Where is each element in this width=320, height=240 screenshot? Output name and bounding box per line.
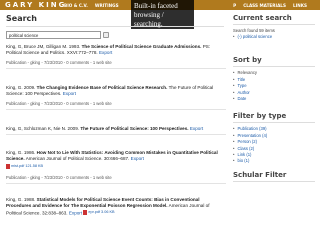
nav-class-materials[interactable]: CLASS MATERIALS	[243, 3, 286, 8]
search-heading: Search	[6, 14, 224, 27]
divider	[6, 109, 226, 110]
attachment-label: mist.pdf 121.58 KB	[11, 164, 44, 168]
result-item: King, G. 2009. The Changing Evidence Bas…	[6, 85, 226, 110]
result-authors: King, G. 1988.	[6, 197, 36, 202]
result-meta: Publication - gking - 7/23/2010 - 0 comm…	[6, 174, 112, 180]
result-journal: American Journal of Political Science. 3…	[25, 156, 130, 161]
divider	[6, 134, 226, 135]
result-citation: King, G. 1986. How Not to Lie With Stati…	[6, 150, 226, 162]
pdf-icon	[6, 163, 10, 169]
sort-relevancy[interactable]: Relevancy	[237, 70, 257, 75]
sort-author[interactable]: Author	[237, 90, 249, 95]
result-item: King, G. 1988. Statistical Models for Po…	[6, 197, 226, 217]
result-item: King, G, Schlozman K, Nie N. 2009. The F…	[6, 126, 226, 135]
filter-class[interactable]: Class (2)	[237, 146, 254, 151]
filter-publication[interactable]: Publication (39)	[237, 126, 266, 131]
filter-presentation[interactable]: Presentation (4)	[237, 133, 267, 138]
divider	[6, 68, 226, 69]
export-link[interactable]: Export	[63, 91, 76, 96]
result-item: King, G. 1986. How Not to Lie With Stati…	[6, 150, 226, 184]
filter-option[interactable]: bio (1)	[233, 158, 320, 164]
result-authors: King, G, Schlozman K, Nie N. 2009.	[6, 126, 80, 131]
divider	[6, 182, 226, 184]
export-link[interactable]: Export	[69, 211, 82, 216]
result-attachments: mist.pdf 121.58 KB	[6, 163, 226, 171]
result-item: King, G, Bruce JM, Gilligan M. 1993. The…	[6, 44, 226, 69]
result-citation: King, G, Schlozman K, Nie N. 2009. The F…	[6, 126, 226, 132]
nav-links[interactable]: LINKS	[293, 3, 307, 8]
filter-options: Publication (39) Presentation (4) Person…	[233, 126, 320, 164]
current-search-list: (-) political science	[233, 34, 320, 40]
attachment-label: epr.pdf 3.06 KB	[88, 210, 115, 214]
attachment-link[interactable]: mist.pdf 121.58 KB	[6, 163, 43, 169]
nav-writings[interactable]: WRITINGS	[95, 3, 119, 8]
result-authors: King, G. 2009.	[6, 85, 36, 90]
nav-partial[interactable]: P	[233, 3, 236, 8]
sort-heading: Sort by	[233, 56, 315, 68]
result-meta: Publication - gking - 7/23/2010 - 0 comm…	[6, 60, 112, 65]
result-title[interactable]: The Science of Political Science Graduat…	[82, 44, 202, 49]
filter-bio[interactable]: bio (1)	[237, 158, 249, 163]
current-search-heading: Current search	[233, 14, 315, 25]
current-search-item[interactable]: (-) political science	[233, 34, 320, 40]
search-row	[6, 31, 224, 39]
sort-option[interactable]: Date	[233, 96, 320, 102]
result-authors: King, G, Bruce JM, Gilligan M. 1993.	[6, 44, 81, 49]
sidebar: Current search Search found 59 items (-)…	[233, 14, 320, 240]
filter-link[interactable]: Link (1)	[237, 152, 251, 157]
attachment-link[interactable]: epr.pdf 3.06 KB	[83, 209, 115, 215]
remove-filter-link[interactable]: (-) political science	[237, 34, 272, 39]
result-citation: King, G, Bruce JM, Gilligan M. 1993. The…	[6, 44, 226, 56]
result-title[interactable]: The Changing Evidence Base of Political …	[37, 85, 168, 90]
result-title[interactable]: The Future of Political Science: 100 Per…	[80, 126, 188, 131]
result-authors: King, G. 1986.	[6, 150, 36, 155]
site-logo[interactable]: GARY KING	[0, 1, 64, 9]
search-results-column: Search King, G, Bruce JM, Gilligan M. 19…	[6, 14, 226, 216]
sort-date[interactable]: Date	[237, 96, 246, 101]
export-link[interactable]: Export	[99, 50, 112, 55]
nav-bio-cv[interactable]: BIO & C.V.	[64, 3, 88, 8]
nav-right: P CLASS MATERIALS LINKS	[233, 0, 314, 10]
filter-person[interactable]: Person (2)	[237, 139, 257, 144]
search-submit-button[interactable]	[103, 32, 109, 38]
filter-heading: Filter by type	[233, 112, 315, 124]
export-link[interactable]: Export	[131, 156, 144, 161]
export-link[interactable]: Export	[190, 126, 203, 131]
pdf-icon	[83, 209, 88, 215]
sort-options: Relevancy Title Type Author Date	[233, 70, 320, 102]
sort-type[interactable]: Type	[237, 83, 246, 88]
scholar-filter-heading: Schular Filter	[233, 171, 315, 182]
search-input[interactable]	[6, 31, 101, 39]
result-meta: Publication - gking - 7/23/2010 - 0 comm…	[6, 101, 112, 106]
sort-title[interactable]: Title	[237, 77, 245, 82]
result-citation: King, G. 1988. Statistical Models for Po…	[6, 197, 226, 217]
result-citation: King, G. 2009. The Changing Evidence Bas…	[6, 85, 226, 97]
